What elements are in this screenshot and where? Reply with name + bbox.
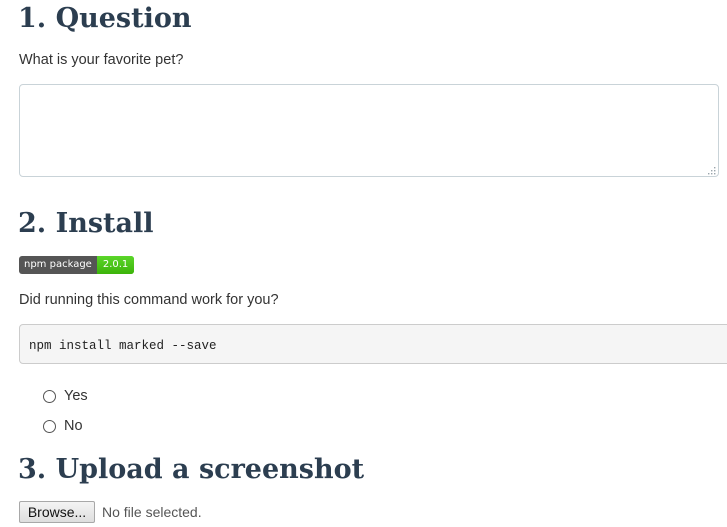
install-command-text: npm install marked --save — [29, 339, 217, 353]
install-command-code-block: npm install marked --save — [19, 324, 727, 364]
command-worked-question-label: Did running this command work for you? — [19, 292, 279, 308]
favorite-pet-answer-textarea[interactable] — [19, 84, 719, 177]
favorite-pet-question-label: What is your favorite pet? — [19, 52, 184, 68]
yes-radio-label[interactable]: Yes — [64, 387, 88, 405]
file-selection-status: No file selected. — [102, 504, 202, 520]
npm-version-badge: npm package 2.0.1 — [19, 256, 135, 274]
npm-badge-label: npm package — [19, 256, 97, 274]
option-yes[interactable]: Yes — [43, 387, 88, 405]
textarea-resize-grip-icon[interactable] — [706, 165, 716, 175]
browse-file-button[interactable]: Browse... — [19, 501, 95, 523]
option-no[interactable]: No — [43, 417, 83, 435]
no-radio-button[interactable] — [43, 419, 56, 433]
upload-section-heading: 3. Upload a screenshot — [18, 454, 365, 485]
question-section-heading: 1. Question — [18, 3, 192, 34]
no-radio-label[interactable]: No — [64, 417, 83, 435]
yes-radio-button[interactable] — [43, 389, 56, 403]
install-section-heading: 2. Install — [18, 208, 154, 239]
npm-badge-version: 2.0.1 — [96, 256, 135, 274]
